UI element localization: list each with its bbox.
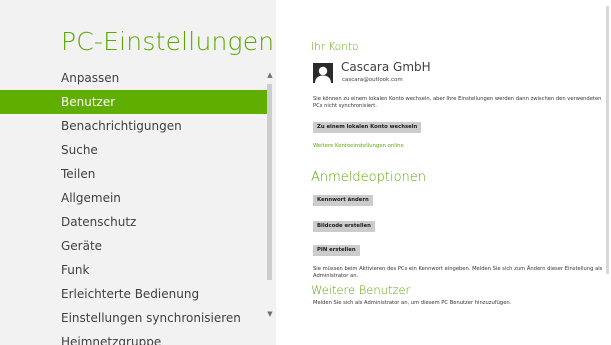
- nav-item-suche[interactable]: Suche: [0, 138, 268, 162]
- nav-item-datenschutz[interactable]: Datenschutz: [0, 210, 268, 234]
- nav-item-benutzer[interactable]: Benutzer: [0, 90, 268, 114]
- other-users-title: Weitere Benutzer: [311, 283, 411, 297]
- local-account-description: Sie können zu einem lokalen Konto wechse…: [313, 96, 602, 109]
- content-scrollbar[interactable]: [606, 6, 609, 274]
- password-required-note: Sie müssen beim Aktivieren des PCs ein K…: [313, 266, 603, 279]
- nav-item-heimnetzgruppe[interactable]: Heimnetzgruppe: [0, 330, 268, 345]
- signin-options-title: Anmeldeoptionen: [311, 170, 427, 185]
- nav-item-anpassen[interactable]: Anpassen: [0, 66, 268, 90]
- settings-sidebar: PC-Einstellungen Anpassen Benutzer Benac…: [0, 0, 276, 345]
- switch-to-local-account-button[interactable]: Zu einem lokalen Konto wechseln: [313, 122, 422, 133]
- sidebar-title: PC-Einstellungen: [61, 27, 275, 56]
- more-account-settings-link[interactable]: Weitere Kontoeinstellungen online: [313, 143, 404, 149]
- account-email: cascara@outlook.com: [342, 77, 403, 83]
- nav-item-allgemein[interactable]: Allgemein: [0, 186, 268, 210]
- nav-item-einstellungen-synchronisieren[interactable]: Einstellungen synchronisieren: [0, 306, 268, 330]
- pc-settings-window: PC-Einstellungen Anpassen Benutzer Benac…: [0, 0, 611, 345]
- nav-item-geraete[interactable]: Geräte: [0, 234, 268, 258]
- settings-nav-list: Anpassen Benutzer Benachrichtigungen Suc…: [0, 66, 268, 345]
- create-pin-button[interactable]: PIN erstellen: [313, 245, 360, 256]
- sidebar-scrollbar[interactable]: ▲ ▼: [266, 66, 274, 320]
- user-avatar-icon: [313, 63, 333, 83]
- account-section-title: Ihr Konto: [311, 41, 359, 53]
- nav-item-funk[interactable]: Funk: [0, 258, 268, 282]
- nav-item-erleichterte-bedienung[interactable]: Erleichterte Bedienung: [0, 282, 268, 306]
- scroll-down-arrow-icon[interactable]: ▼: [266, 309, 274, 319]
- nav-item-teilen[interactable]: Teilen: [0, 162, 268, 186]
- other-users-note: Melden Sie sich als Administrator an, um…: [313, 300, 512, 306]
- create-picture-password-button[interactable]: Bildcode erstellen: [313, 221, 375, 232]
- scroll-up-arrow-icon[interactable]: ▲: [266, 70, 274, 80]
- account-name: Cascara GmbH: [341, 60, 431, 74]
- change-password-button[interactable]: Kennwort ändern: [313, 195, 373, 206]
- nav-item-benachrichtigungen[interactable]: Benachrichtigungen: [0, 114, 268, 138]
- settings-content: Ihr Konto Cascara GmbH cascara@outlook.c…: [276, 0, 611, 345]
- sidebar-scroll-thumb[interactable]: [267, 84, 272, 280]
